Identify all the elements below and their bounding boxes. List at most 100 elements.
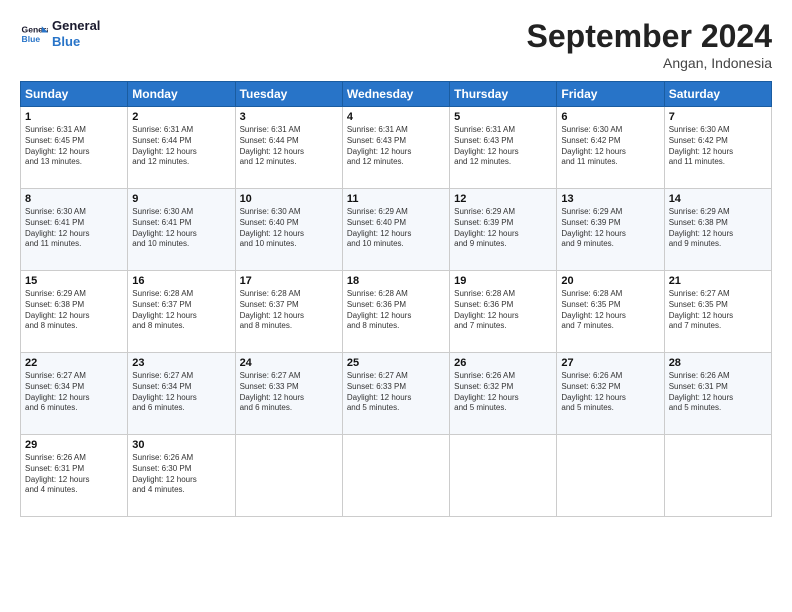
calendar-cell bbox=[664, 435, 771, 517]
calendar-cell: 25 Sunrise: 6:27 AM Sunset: 6:33 PM Dayli… bbox=[342, 353, 449, 435]
calendar-cell bbox=[235, 435, 342, 517]
day-info: Sunrise: 6:31 AM Sunset: 6:43 PM Dayligh… bbox=[454, 125, 552, 168]
calendar-cell: 3Sunrise: 6:31 AM Sunset: 6:44 PM Daylig… bbox=[235, 107, 342, 189]
calendar-cell bbox=[557, 435, 664, 517]
day-info: Sunrise: 6:30 AM Sunset: 6:42 PM Dayligh… bbox=[669, 125, 767, 168]
day-info: Sunrise: 6:29 AM Sunset: 6:38 PM Dayligh… bbox=[25, 289, 123, 332]
day-number: 7 bbox=[669, 111, 767, 123]
day-info: Sunrise: 6:27 AM Sunset: 6:33 PM Dayligh… bbox=[240, 371, 338, 414]
day-number: 3 bbox=[240, 111, 338, 123]
day-info: Sunrise: 6:30 AM Sunset: 6:41 PM Dayligh… bbox=[132, 207, 230, 250]
calendar-cell: 13 Sunrise: 6:29 AM Sunset: 6:39 PM Dayli… bbox=[557, 189, 664, 271]
day-number: 26 bbox=[454, 357, 552, 369]
calendar-cell: 20Sunrise: 6:28 AM Sunset: 6:35 PM Dayli… bbox=[557, 271, 664, 353]
calendar: SundayMondayTuesdayWednesdayThursdayFrid… bbox=[20, 81, 772, 517]
day-number: 6 bbox=[561, 111, 659, 123]
svg-text:Blue: Blue bbox=[22, 33, 41, 43]
day-info: Sunrise: 6:26 AM Sunset: 6:32 PM Dayligh… bbox=[454, 371, 552, 414]
day-number: 27 bbox=[561, 357, 659, 369]
day-info: Sunrise: 6:29 AM Sunset: 6:40 PM Dayligh… bbox=[347, 207, 445, 250]
day-info: Sunrise: 6:26 AM Sunset: 6:32 PM Dayligh… bbox=[561, 371, 659, 414]
calendar-cell: 22 Sunrise: 6:27 AM Sunset: 6:34 PM Dayli… bbox=[21, 353, 128, 435]
calendar-cell: 8 Sunrise: 6:30 AM Sunset: 6:41 PM Daylig… bbox=[21, 189, 128, 271]
calendar-cell: 28Sunrise: 6:26 AM Sunset: 6:31 PM Dayli… bbox=[664, 353, 771, 435]
day-info: Sunrise: 6:28 AM Sunset: 6:36 PM Dayligh… bbox=[454, 289, 552, 332]
day-info: Sunrise: 6:30 AM Sunset: 6:42 PM Dayligh… bbox=[561, 125, 659, 168]
day-number: 24 bbox=[240, 357, 338, 369]
day-number: 8 bbox=[25, 193, 123, 205]
calendar-cell: 29 Sunrise: 6:26 AM Sunset: 6:31 PM Dayli… bbox=[21, 435, 128, 517]
day-number: 2 bbox=[132, 111, 230, 123]
day-number: 18 bbox=[347, 275, 445, 287]
title-block: September 2024 Angan, Indonesia bbox=[527, 18, 772, 71]
col-header-saturday: Saturday bbox=[664, 82, 771, 107]
calendar-cell: 27 Sunrise: 6:26 AM Sunset: 6:32 PM Dayli… bbox=[557, 353, 664, 435]
calendar-cell: 1 Sunrise: 6:31 AM Sunset: 6:45 PM Daylig… bbox=[21, 107, 128, 189]
calendar-cell: 2 Sunrise: 6:31 AM Sunset: 6:44 PM Daylig… bbox=[128, 107, 235, 189]
calendar-cell: 16Sunrise: 6:28 AM Sunset: 6:37 PM Dayli… bbox=[128, 271, 235, 353]
location: Angan, Indonesia bbox=[527, 55, 772, 71]
day-info: Sunrise: 6:30 AM Sunset: 6:40 PM Dayligh… bbox=[240, 207, 338, 250]
calendar-cell: 9 Sunrise: 6:30 AM Sunset: 6:41 PM Daylig… bbox=[128, 189, 235, 271]
col-header-wednesday: Wednesday bbox=[342, 82, 449, 107]
calendar-cell: 11 Sunrise: 6:29 AM Sunset: 6:40 PM Dayli… bbox=[342, 189, 449, 271]
calendar-cell: 18 Sunrise: 6:28 AM Sunset: 6:36 PM Dayli… bbox=[342, 271, 449, 353]
calendar-cell bbox=[342, 435, 449, 517]
col-header-sunday: Sunday bbox=[21, 82, 128, 107]
day-info: Sunrise: 6:27 AM Sunset: 6:34 PM Dayligh… bbox=[25, 371, 123, 414]
day-info: Sunrise: 6:26 AM Sunset: 6:31 PM Dayligh… bbox=[25, 453, 123, 496]
day-number: 30 bbox=[132, 439, 230, 451]
col-header-thursday: Thursday bbox=[450, 82, 557, 107]
calendar-cell: 24 Sunrise: 6:27 AM Sunset: 6:33 PM Dayli… bbox=[235, 353, 342, 435]
logo-text-general: General bbox=[52, 18, 100, 34]
day-info: Sunrise: 6:28 AM Sunset: 6:35 PM Dayligh… bbox=[561, 289, 659, 332]
calendar-cell: 19 Sunrise: 6:28 AM Sunset: 6:36 PM Dayli… bbox=[450, 271, 557, 353]
day-number: 11 bbox=[347, 193, 445, 205]
day-number: 21 bbox=[669, 275, 767, 287]
logo-text-blue: Blue bbox=[52, 34, 100, 50]
day-number: 1 bbox=[25, 111, 123, 123]
day-number: 14 bbox=[669, 193, 767, 205]
day-number: 4 bbox=[347, 111, 445, 123]
page: General Blue General Blue September 2024… bbox=[0, 0, 792, 612]
day-info: Sunrise: 6:29 AM Sunset: 6:39 PM Dayligh… bbox=[561, 207, 659, 250]
logo-icon: General Blue bbox=[20, 20, 48, 48]
day-info: Sunrise: 6:28 AM Sunset: 6:36 PM Dayligh… bbox=[347, 289, 445, 332]
calendar-cell: 6 Sunrise: 6:30 AM Sunset: 6:42 PM Daylig… bbox=[557, 107, 664, 189]
calendar-cell: 5 Sunrise: 6:31 AM Sunset: 6:43 PM Daylig… bbox=[450, 107, 557, 189]
col-header-friday: Friday bbox=[557, 82, 664, 107]
day-info: Sunrise: 6:29 AM Sunset: 6:38 PM Dayligh… bbox=[669, 207, 767, 250]
calendar-cell: 23 Sunrise: 6:27 AM Sunset: 6:34 PM Dayli… bbox=[128, 353, 235, 435]
logo: General Blue General Blue bbox=[20, 18, 100, 49]
day-info: Sunrise: 6:27 AM Sunset: 6:33 PM Dayligh… bbox=[347, 371, 445, 414]
day-number: 23 bbox=[132, 357, 230, 369]
day-info: Sunrise: 6:27 AM Sunset: 6:35 PM Dayligh… bbox=[669, 289, 767, 332]
day-info: Sunrise: 6:30 AM Sunset: 6:41 PM Dayligh… bbox=[25, 207, 123, 250]
calendar-cell bbox=[450, 435, 557, 517]
day-number: 9 bbox=[132, 193, 230, 205]
day-info: Sunrise: 6:31 AM Sunset: 6:43 PM Dayligh… bbox=[347, 125, 445, 168]
calendar-cell: 14 Sunrise: 6:29 AM Sunset: 6:38 PM Dayli… bbox=[664, 189, 771, 271]
day-number: 22 bbox=[25, 357, 123, 369]
calendar-cell: 17Sunrise: 6:28 AM Sunset: 6:37 PM Dayli… bbox=[235, 271, 342, 353]
month-title: September 2024 bbox=[527, 18, 772, 55]
calendar-header-row: SundayMondayTuesdayWednesdayThursdayFrid… bbox=[21, 82, 772, 107]
day-number: 16 bbox=[132, 275, 230, 287]
day-info: Sunrise: 6:26 AM Sunset: 6:30 PM Dayligh… bbox=[132, 453, 230, 496]
day-number: 10 bbox=[240, 193, 338, 205]
day-number: 28 bbox=[669, 357, 767, 369]
day-info: Sunrise: 6:27 AM Sunset: 6:34 PM Dayligh… bbox=[132, 371, 230, 414]
day-number: 12 bbox=[454, 193, 552, 205]
day-number: 19 bbox=[454, 275, 552, 287]
header: General Blue General Blue September 2024… bbox=[20, 18, 772, 71]
day-info: Sunrise: 6:31 AM Sunset: 6:45 PM Dayligh… bbox=[25, 125, 123, 168]
calendar-cell: 26 Sunrise: 6:26 AM Sunset: 6:32 PM Dayli… bbox=[450, 353, 557, 435]
day-number: 25 bbox=[347, 357, 445, 369]
day-info: Sunrise: 6:31 AM Sunset: 6:44 PM Dayligh… bbox=[132, 125, 230, 168]
calendar-cell: 30 Sunrise: 6:26 AM Sunset: 6:30 PM Dayli… bbox=[128, 435, 235, 517]
calendar-cell: 7 Sunrise: 6:30 AM Sunset: 6:42 PM Daylig… bbox=[664, 107, 771, 189]
day-number: 13 bbox=[561, 193, 659, 205]
calendar-cell: 10 Sunrise: 6:30 AM Sunset: 6:40 PM Dayli… bbox=[235, 189, 342, 271]
day-number: 5 bbox=[454, 111, 552, 123]
day-number: 29 bbox=[25, 439, 123, 451]
